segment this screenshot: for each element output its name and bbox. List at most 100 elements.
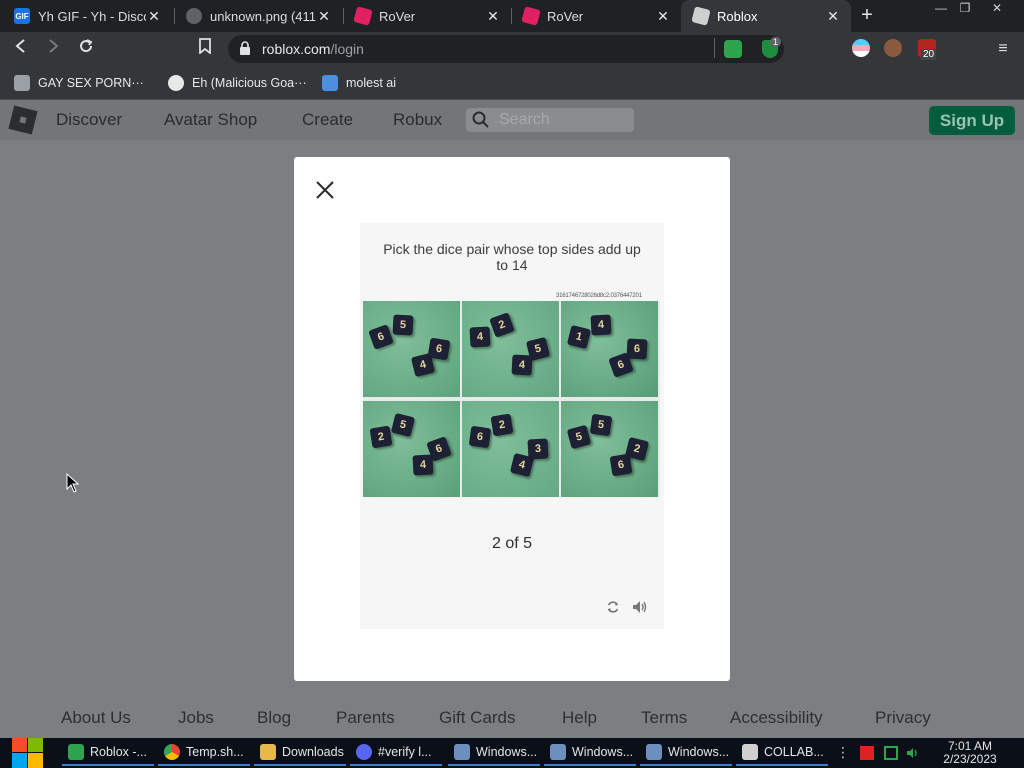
close-window-icon[interactable]: ✕ xyxy=(984,0,1010,18)
nav-avatar-shop[interactable]: Avatar Shop xyxy=(164,110,257,130)
reload-icon[interactable] xyxy=(75,38,97,60)
footer-about-us[interactable]: About Us xyxy=(61,708,131,728)
die-face: 5 xyxy=(525,336,551,362)
extension-badge: 1 xyxy=(770,37,782,47)
rover-icon xyxy=(521,6,541,26)
taskbar-item-chrome[interactable]: Temp.sh... xyxy=(158,740,250,766)
footer-privacy[interactable]: Privacy xyxy=(875,708,931,728)
restore-icon[interactable]: ❐ xyxy=(952,0,978,18)
windows-start-icon[interactable] xyxy=(10,738,44,768)
bookmarks-bar: GAY SEX PORN··· Eh (Malicious Goa··· mol… xyxy=(0,66,1024,100)
die-face: 4 xyxy=(412,454,434,476)
die-face: 2 xyxy=(369,425,393,449)
taskbar-item-label: Downloads xyxy=(282,745,344,759)
footer-jobs[interactable]: Jobs xyxy=(178,708,214,728)
address-bar[interactable]: roblox.com/login 1 xyxy=(228,35,784,63)
footer-parents[interactable]: Parents xyxy=(336,708,395,728)
taskbar-item-windows-2[interactable]: Windows... xyxy=(544,740,636,766)
bookmark-favicon-icon xyxy=(14,75,30,91)
forward-arrow-icon[interactable] xyxy=(42,38,64,60)
tab-rover-1[interactable]: RoVer ✕ xyxy=(343,0,511,32)
taskbar-item-label: Windows... xyxy=(476,745,538,759)
close-tab-icon[interactable]: ✕ xyxy=(316,8,332,25)
extension-green-icon[interactable] xyxy=(724,40,742,58)
captcha-modal: Pick the dice pair whose top sides add u… xyxy=(294,157,730,681)
taskbar-item-label: Windows... xyxy=(668,745,730,759)
captcha-progress: 2 of 5 xyxy=(491,535,533,552)
die-face: 5 xyxy=(589,413,613,437)
folder-icon xyxy=(260,744,276,760)
globe-icon xyxy=(186,8,202,24)
flag-extension-icon[interactable] xyxy=(852,39,870,57)
tab-title: RoVer xyxy=(379,8,416,24)
back-arrow-icon[interactable] xyxy=(10,38,32,60)
network-icon[interactable] xyxy=(884,746,898,760)
roblox-logo-icon[interactable] xyxy=(8,105,38,135)
sign-up-button[interactable]: Sign Up xyxy=(929,106,1015,135)
captcha-image-tile[interactable]: 2546 xyxy=(363,401,460,497)
die-face: 6 xyxy=(468,425,492,449)
system-clock[interactable]: 7:01 AM 2/23/2023 xyxy=(938,740,1002,766)
taskbar-item-label: COLLAB... xyxy=(764,745,824,759)
dice-image-grid: 654642451466254662435562 xyxy=(363,301,660,497)
bookmark-item[interactable]: Eh (Malicious Goa··· xyxy=(168,73,307,93)
taskbar-item-windows-3[interactable]: Windows... xyxy=(640,740,732,766)
captcha-challenge: Pick the dice pair whose top sides add u… xyxy=(360,223,664,629)
lock-icon xyxy=(240,41,250,55)
volume-icon[interactable] xyxy=(906,746,920,760)
bookmark-item[interactable]: GAY SEX PORN··· xyxy=(14,73,144,93)
footer-accessibility[interactable]: Accessibility xyxy=(730,708,823,728)
roblox-header: Discover Avatar Shop Create Robux Search… xyxy=(0,100,1024,140)
die-face: 5 xyxy=(392,314,414,336)
bookmark-icon[interactable] xyxy=(194,38,216,60)
mouse-cursor-icon xyxy=(66,473,80,493)
taskbar-item-downloads[interactable]: Downloads xyxy=(254,740,346,766)
minimize-icon[interactable]: — xyxy=(928,0,954,18)
new-tab-plus-icon[interactable]: + xyxy=(856,4,878,26)
window-icon xyxy=(454,744,470,760)
footer-blog[interactable]: Blog xyxy=(257,708,291,728)
taskbar-item-windows-1[interactable]: Windows... xyxy=(448,740,540,766)
tab-unknown-png[interactable]: unknown.png (411× ✕ xyxy=(174,0,342,32)
window-icon xyxy=(550,744,566,760)
taskbar-item-roblox[interactable]: Roblox -... xyxy=(62,740,154,766)
search-input[interactable]: Search xyxy=(466,108,634,132)
captcha-image-tile[interactable]: 5562 xyxy=(561,401,658,497)
footer-gift-cards[interactable]: Gift Cards xyxy=(439,708,516,728)
die-face: 6 xyxy=(626,338,648,360)
tray-overflow-icon[interactable]: ⋮ xyxy=(836,744,850,760)
search-placeholder: Search xyxy=(499,111,550,128)
close-icon[interactable] xyxy=(314,179,336,201)
captcha-image-tile[interactable]: 6243 xyxy=(462,401,559,497)
tab-yh-gif[interactable]: GIF Yh GIF - Yh - Disco ✕ xyxy=(2,0,172,32)
die-face: 1 xyxy=(566,324,592,350)
tab-rover-2[interactable]: RoVer ✕ xyxy=(511,0,681,32)
url-text: roblox.com/login xyxy=(262,41,364,57)
close-tab-icon[interactable]: ✕ xyxy=(146,8,162,25)
flag-tray-icon[interactable] xyxy=(860,746,874,760)
bookmark-item[interactable]: molest ai xyxy=(322,73,396,93)
skull-icon xyxy=(742,744,758,760)
menu-icon[interactable]: ≡ xyxy=(992,38,1014,60)
close-tab-icon[interactable]: ✕ xyxy=(655,8,671,25)
tab-roblox[interactable]: Roblox ✕ xyxy=(681,0,851,32)
captcha-image-tile[interactable]: 4245 xyxy=(462,301,559,397)
nav-robux[interactable]: Robux xyxy=(393,110,442,130)
bookmark-label: molest ai xyxy=(346,76,397,90)
footer-terms[interactable]: Terms xyxy=(641,708,687,728)
nav-discover[interactable]: Discover xyxy=(56,110,122,130)
taskbar-item-discord[interactable]: #verify l... xyxy=(350,740,442,766)
audio-icon[interactable] xyxy=(632,600,648,614)
globe-icon xyxy=(168,75,184,91)
captcha-image-tile[interactable]: 6546 xyxy=(363,301,460,397)
search-icon xyxy=(472,111,489,128)
captcha-image-tile[interactable]: 1466 xyxy=(561,301,658,397)
footer-help[interactable]: Help xyxy=(562,708,597,728)
nav-create[interactable]: Create xyxy=(302,110,353,130)
close-tab-icon[interactable]: ✕ xyxy=(485,8,501,25)
close-tab-icon[interactable]: ✕ xyxy=(825,8,841,25)
profile-avatar-icon[interactable] xyxy=(884,39,902,57)
refresh-icon[interactable] xyxy=(606,600,620,614)
taskbar-item-collab[interactable]: COLLAB... xyxy=(736,740,828,766)
tab-title: unknown.png (411× xyxy=(210,8,316,24)
